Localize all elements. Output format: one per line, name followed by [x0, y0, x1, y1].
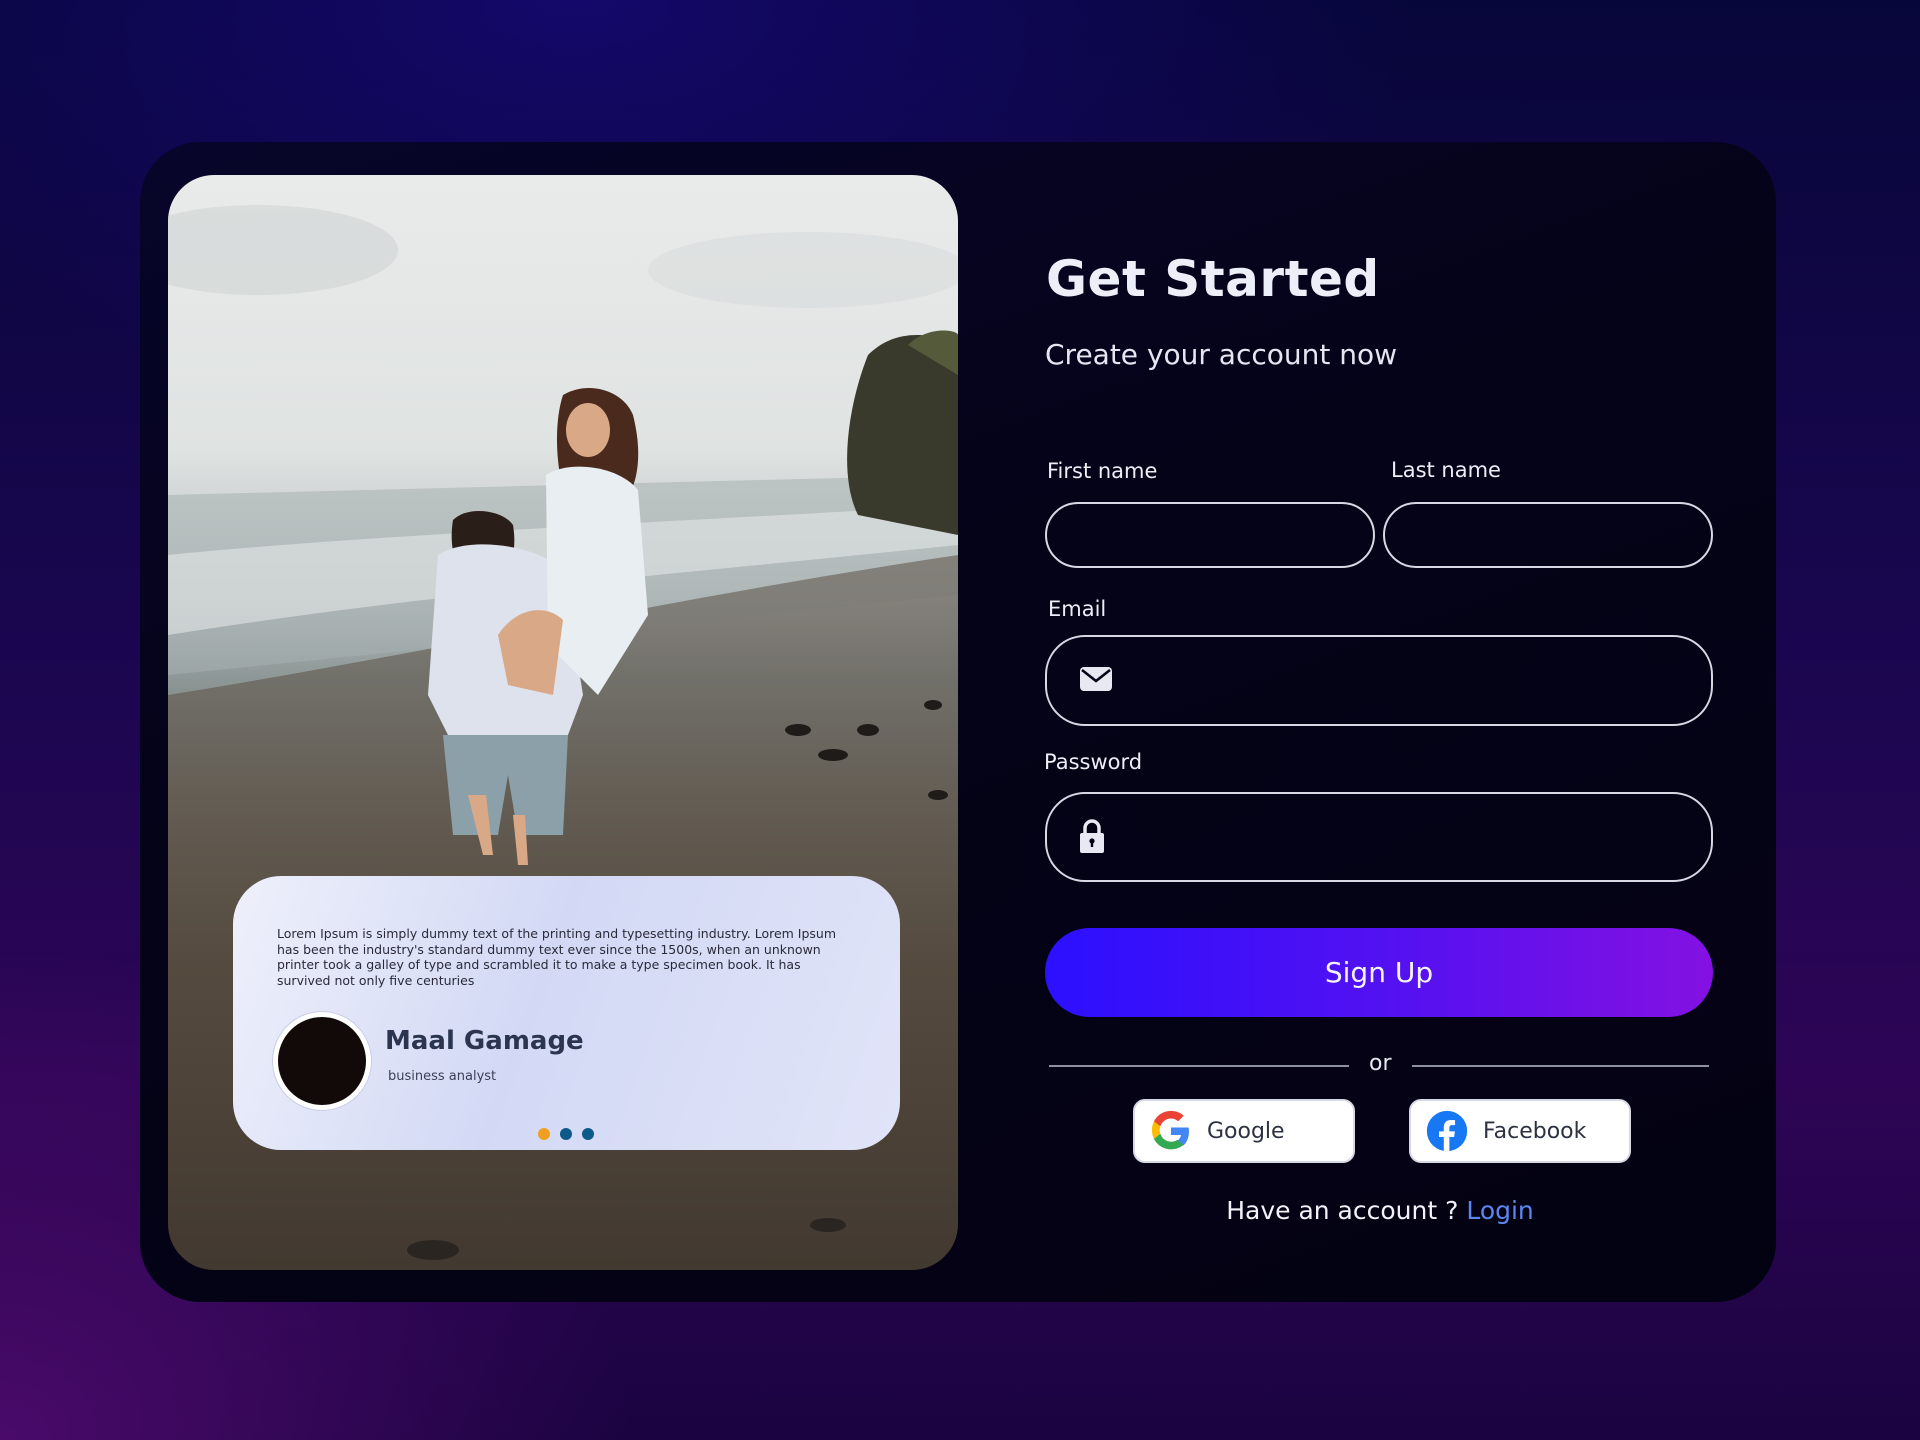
- password-field[interactable]: [1045, 792, 1713, 882]
- first-name-field[interactable]: [1045, 502, 1375, 568]
- last-name-field[interactable]: [1383, 502, 1713, 568]
- carousel-dot-3[interactable]: [582, 1128, 594, 1140]
- envelope-icon: [1079, 665, 1113, 697]
- signup-button[interactable]: Sign Up: [1045, 928, 1713, 1017]
- divider-right: [1412, 1065, 1709, 1067]
- testimonial-card: Lorem Ipsum is simply dummy text of the …: [233, 876, 900, 1150]
- carousel-dot-1[interactable]: [538, 1128, 550, 1140]
- avatar: [273, 1012, 371, 1110]
- facebook-label: Facebook: [1483, 1118, 1587, 1144]
- signup-form: Get Started Create your account now Firs…: [1040, 0, 1740, 1440]
- email-label: Email: [1048, 597, 1107, 621]
- carousel-dots: [538, 1128, 594, 1140]
- testimonial-role: business analyst: [388, 1069, 497, 1084]
- lock-icon: [1077, 817, 1107, 859]
- divider-or: or: [1369, 1051, 1392, 1076]
- email-field[interactable]: [1045, 635, 1713, 726]
- facebook-button[interactable]: Facebook: [1409, 1099, 1631, 1163]
- divider-left: [1049, 1065, 1349, 1067]
- google-icon: [1151, 1110, 1189, 1150]
- carousel-dot-2[interactable]: [560, 1128, 572, 1140]
- facebook-icon: [1426, 1110, 1468, 1152]
- last-name-label: Last name: [1391, 458, 1501, 482]
- testimonial-name: Maal Gamage: [385, 1026, 584, 1056]
- password-label: Password: [1044, 750, 1143, 774]
- have-account-text: Have an account ?: [1226, 1196, 1459, 1225]
- testimonial-quote: Lorem Ipsum is simply dummy text of the …: [277, 926, 837, 988]
- page-subtitle: Create your account now: [1045, 338, 1398, 371]
- login-link[interactable]: Login: [1466, 1196, 1533, 1225]
- page-title: Get Started: [1046, 250, 1380, 308]
- have-account-line: Have an account ? Login: [1040, 1196, 1720, 1225]
- google-label: Google: [1207, 1118, 1285, 1144]
- first-name-label: First name: [1047, 459, 1158, 483]
- google-button[interactable]: Google: [1133, 1099, 1355, 1163]
